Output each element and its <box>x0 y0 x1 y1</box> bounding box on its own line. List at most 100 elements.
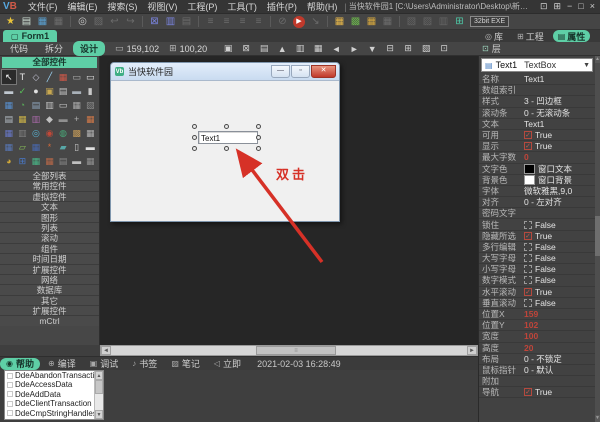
scroll-left-icon[interactable]: ◄ <box>101 346 111 355</box>
canvas-hscrollbar[interactable]: ◄ ≡ ► <box>100 345 478 356</box>
bottom-tab-调试[interactable]: ▣调试 <box>84 358 125 370</box>
toolbox-control-icon[interactable]: ▦ <box>2 126 16 140</box>
toolbox-control-icon[interactable]: ▦ <box>70 98 84 112</box>
package-icon[interactable]: ⊞ <box>452 15 467 29</box>
toolbox-control-icon[interactable]: T <box>16 70 30 84</box>
toolbox-control-icon[interactable]: ▥ <box>16 126 30 140</box>
properties-scrollbar[interactable]: ▲ ▼ <box>595 56 600 422</box>
toolbox-control-icon[interactable]: ◇ <box>29 70 43 84</box>
checkbox-unchecked-icon[interactable] <box>524 221 532 229</box>
toolbox-category[interactable]: 数据库 <box>0 284 99 294</box>
toolbox-category[interactable]: 常用控件 <box>0 180 99 190</box>
toolbox-control-icon[interactable]: ◉ <box>43 126 57 140</box>
open-project-icon[interactable]: ▦ <box>35 15 50 29</box>
view-button-拆分[interactable]: 拆分 <box>38 41 70 56</box>
selection-handle[interactable] <box>256 124 261 129</box>
bottom-tab-立即[interactable]: ◁立即 <box>208 358 247 370</box>
selection-handle[interactable] <box>224 124 229 129</box>
layout-tool-icon[interactable]: ► <box>347 43 361 55</box>
toolbox-control-icon[interactable]: ▧ <box>83 98 97 112</box>
toolbox-control-icon[interactable]: ✓ <box>16 84 30 98</box>
folder-icon[interactable]: ▦ <box>332 15 347 29</box>
checkbox-checked-icon[interactable]: ✓ <box>524 288 532 296</box>
color-swatch[interactable] <box>524 175 535 185</box>
window-control-icon[interactable]: ⊞ <box>553 1 561 12</box>
window-control-icon[interactable]: □ <box>578 1 583 12</box>
toolbox-control-icon[interactable]: + <box>70 112 84 126</box>
menu-item[interactable]: 搜索(S) <box>102 2 142 12</box>
toolbox-control-icon[interactable]: ▯ <box>70 140 84 154</box>
selection-handle[interactable] <box>192 146 197 151</box>
layout-tool-icon[interactable]: ▤ <box>257 43 271 55</box>
tab-layer[interactable]: ⊡ 层 <box>482 42 501 55</box>
toolbox-category[interactable]: 滚动 <box>0 232 99 242</box>
bottom-tab-笔记[interactable]: ▨笔记 <box>165 358 206 370</box>
tab-工程[interactable]: ⊞工程 <box>512 30 549 42</box>
toolbox-category[interactable]: 网络 <box>0 274 99 284</box>
bottom-tab-帮助[interactable]: ◉帮助 <box>0 358 40 370</box>
resource-icon[interactable]: ▦ <box>364 15 379 29</box>
toolbox-control-icon[interactable]: ▰ <box>56 140 70 154</box>
run-icon[interactable]: ▶ <box>293 16 305 28</box>
scroll-down-icon[interactable]: ▼ <box>95 410 103 419</box>
toolbox-category[interactable]: 全部列表 <box>0 170 99 180</box>
toolbox-control-icon[interactable]: ↖ <box>2 70 16 84</box>
toolbox-control-icon[interactable]: ▬ <box>2 84 16 98</box>
toolbox-control-icon[interactable]: ▱ <box>16 140 30 154</box>
view-button-设计[interactable]: 设计 <box>73 41 105 56</box>
bottom-tab-编译[interactable]: ⊕编译 <box>42 358 82 370</box>
tab-属性[interactable]: ▤属性 <box>553 30 591 42</box>
toolbox-control-icon[interactable]: ▣ <box>43 84 57 98</box>
property-row[interactable]: 导航✓True <box>479 387 596 398</box>
toolbox-control-icon[interactable]: ▦ <box>43 154 57 168</box>
selection-handle[interactable] <box>192 124 197 129</box>
menu-item[interactable]: 帮助(H) <box>302 2 343 12</box>
toolbox-control-icon[interactable]: ▦ <box>83 126 97 140</box>
selection-handle[interactable] <box>192 135 197 140</box>
window-control-icon[interactable]: ⊡ <box>540 1 548 12</box>
search-icon[interactable]: ◎ <box>75 15 90 29</box>
control-selector-dropdown[interactable]: ▤ Text1 TextBox ▼ <box>481 58 593 72</box>
toolbox-control-icon[interactable]: ◆ <box>43 112 57 126</box>
toolbox-control-icon[interactable]: ▦ <box>29 140 43 154</box>
toolbox-control-icon[interactable]: ● <box>29 84 43 98</box>
toolbox-control-icon[interactable]: ▤ <box>56 84 70 98</box>
layout-tool-icon[interactable]: ◄ <box>329 43 343 55</box>
toolbox-control-icon[interactable]: ▬ <box>56 112 70 126</box>
color-swatch[interactable] <box>524 164 535 174</box>
new-file-icon[interactable]: ▤ <box>19 15 34 29</box>
toolbox-control-icon[interactable]: ▦ <box>2 98 16 112</box>
help-list-item[interactable]: DdeCmpStringHandles <box>5 409 103 418</box>
form-maximize-button[interactable]: ▫ <box>291 65 310 78</box>
toolbox-category[interactable]: 扩展控件 <box>0 305 99 315</box>
help-list-item[interactable]: DdeAccessData <box>5 380 103 389</box>
toolbox-control-icon[interactable]: ▭ <box>70 70 84 84</box>
menu-item[interactable]: 编辑(E) <box>62 2 102 12</box>
checkbox-checked-icon[interactable]: ✓ <box>524 131 532 139</box>
toolbox-control-icon[interactable]: ╱ <box>43 70 57 84</box>
toolbox-control-icon[interactable]: ◔ <box>16 98 30 112</box>
checkbox-checked-icon[interactable]: ✓ <box>524 388 532 396</box>
toolbox-control-icon[interactable]: ▬ <box>70 84 84 98</box>
menu-item[interactable]: 工具(T) <box>222 2 262 12</box>
layout-tool-icon[interactable]: ⊡ <box>437 43 451 55</box>
help-list-item[interactable]: DdeClientTransaction <box>5 399 103 408</box>
menu-item[interactable]: 插件(P) <box>262 2 302 12</box>
toolbox-control-icon[interactable]: ▬ <box>70 154 84 168</box>
quick-star-icon[interactable]: ★ <box>3 15 18 29</box>
prop-scroll-up-icon[interactable]: ▲ <box>595 56 600 63</box>
toolbox-category[interactable]: 其它 <box>0 295 99 305</box>
help-list-item[interactable]: DdeAddData <box>5 390 103 399</box>
toolbox-control-icon[interactable]: ▤ <box>2 112 16 126</box>
toolbox-control-icon[interactable]: ◍ <box>56 126 70 140</box>
toolbox-category[interactable]: 文本 <box>0 201 99 211</box>
image-manager-icon[interactable]: ▩ <box>348 15 363 29</box>
help-scroll-thumb[interactable] <box>95 380 103 394</box>
cut-icon[interactable]: ⊠ <box>147 15 162 29</box>
prop-scroll-thumb[interactable] <box>595 216 600 256</box>
checkbox-unchecked-icon[interactable] <box>524 299 532 307</box>
checkbox-unchecked-icon[interactable] <box>524 265 532 273</box>
toolbox-control-icon[interactable]: ▥ <box>29 112 43 126</box>
selection-handle[interactable] <box>224 146 229 151</box>
layout-tool-icon[interactable]: ▧ <box>419 43 433 55</box>
